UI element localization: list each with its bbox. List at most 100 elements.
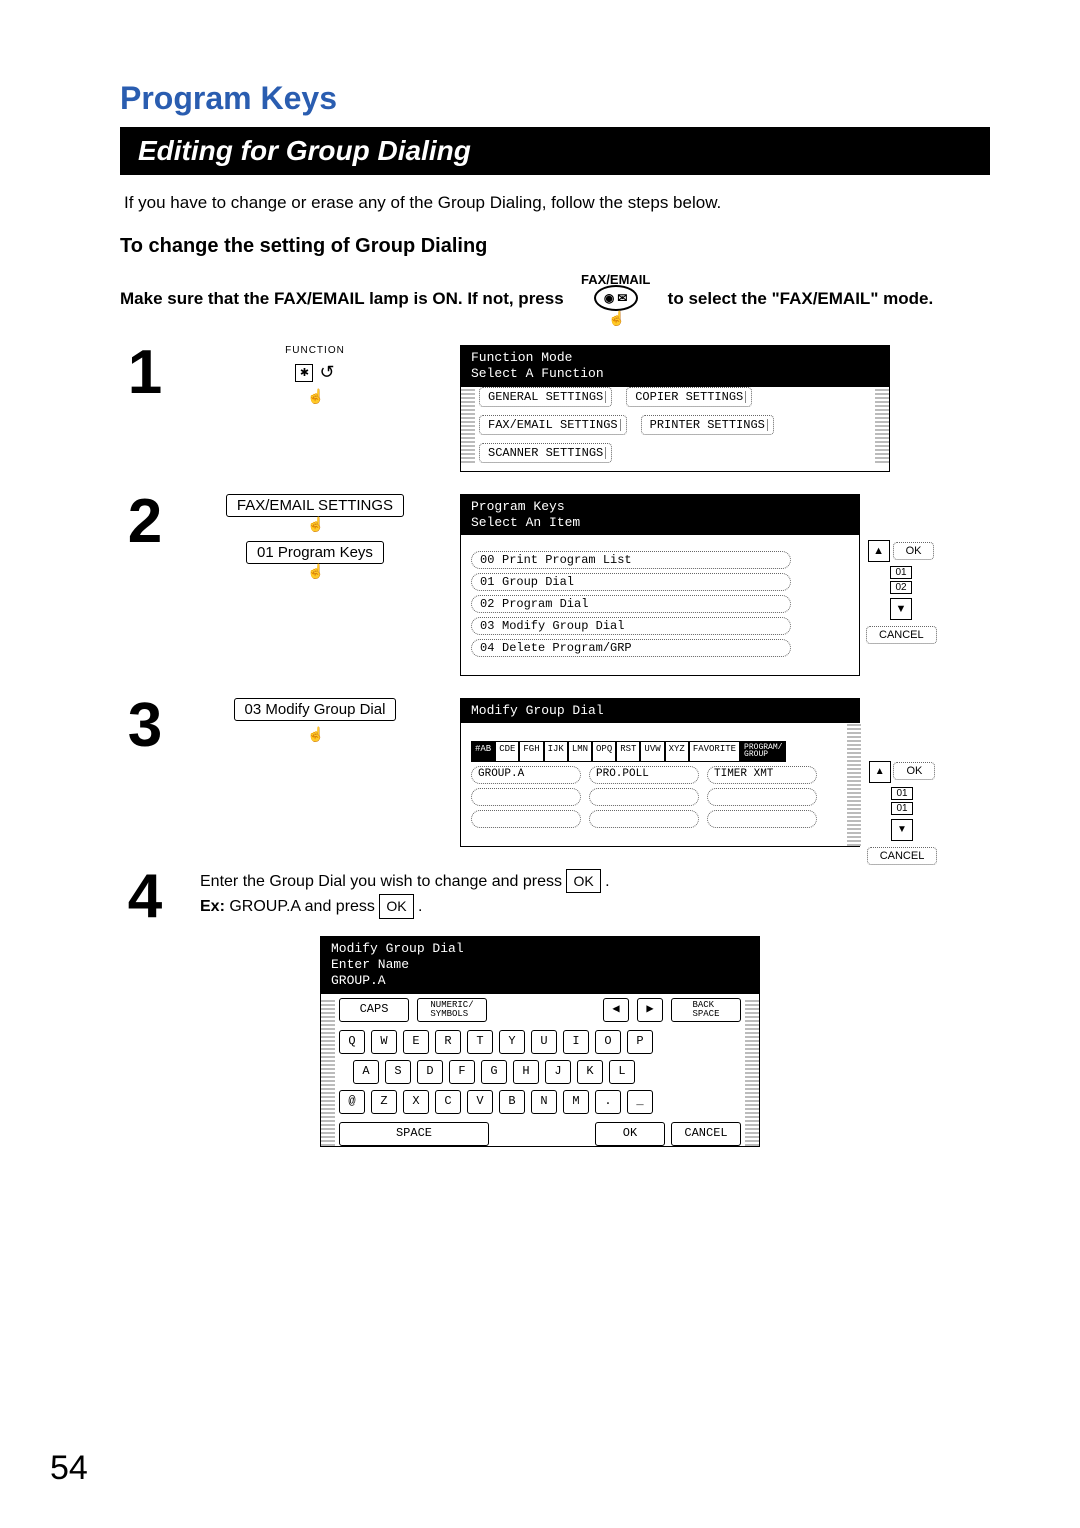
- propoll-field[interactable]: PRO.POLL: [589, 766, 699, 784]
- fax-email-settings-button[interactable]: FAX/EMAIL SETTINGS: [226, 494, 404, 517]
- press-hand-icon: ☝: [608, 311, 625, 325]
- key[interactable]: K: [577, 1060, 603, 1084]
- key[interactable]: U: [531, 1030, 557, 1054]
- tab[interactable]: IJK: [544, 741, 568, 761]
- instr-pre: Make sure that the FAX/EMAIL lamp is ON.…: [120, 289, 564, 309]
- tab[interactable]: FAVORITE: [689, 741, 740, 761]
- backspace-key[interactable]: BACK SPACE: [671, 998, 741, 1022]
- scroll-up-icon[interactable]: ▲: [869, 761, 891, 783]
- key[interactable]: N: [531, 1090, 557, 1114]
- program-keys-button[interactable]: 01 Program Keys: [246, 541, 384, 564]
- list-item[interactable]: 00Print Program List: [471, 551, 791, 569]
- list-item[interactable]: 03Modify Group Dial: [471, 617, 791, 635]
- list-item[interactable]: 01Group Dial: [471, 573, 791, 591]
- scroll-up-icon[interactable]: ▲: [868, 540, 890, 562]
- key[interactable]: O: [595, 1030, 621, 1054]
- group-field[interactable]: GROUP.A: [471, 766, 581, 784]
- list-item[interactable]: 04Delete Program/GRP: [471, 639, 791, 657]
- key[interactable]: X: [403, 1090, 429, 1114]
- key[interactable]: _: [627, 1090, 653, 1114]
- key[interactable]: .: [595, 1090, 621, 1114]
- key[interactable]: Y: [499, 1030, 525, 1054]
- tab[interactable]: RST: [616, 741, 640, 761]
- empty-field[interactable]: [707, 810, 817, 828]
- cancel-button[interactable]: CANCEL: [867, 847, 938, 865]
- subheading: To change the setting of Group Dialing: [120, 235, 990, 258]
- tab[interactable]: FGH: [519, 741, 543, 761]
- ok-inline-button[interactable]: OK: [566, 869, 600, 893]
- cancel-key[interactable]: CANCEL: [671, 1122, 741, 1146]
- key[interactable]: @: [339, 1090, 365, 1114]
- space-key[interactable]: SPACE: [339, 1122, 489, 1146]
- asterisk-key-icon[interactable]: ✱: [295, 364, 313, 382]
- tab[interactable]: OPQ: [592, 741, 616, 761]
- key[interactable]: Z: [371, 1090, 397, 1114]
- menu-fax-email-settings[interactable]: FAX/EMAIL SETTINGS: [479, 415, 627, 435]
- scroll-down-icon[interactable]: ▼: [891, 819, 913, 841]
- tab[interactable]: CDE: [495, 741, 519, 761]
- caps-key[interactable]: CAPS: [339, 998, 409, 1022]
- list-item[interactable]: 02Program Dial: [471, 595, 791, 613]
- key[interactable]: G: [481, 1060, 507, 1084]
- empty-field[interactable]: [707, 788, 817, 806]
- key[interactable]: A: [353, 1060, 379, 1084]
- ok-key[interactable]: OK: [595, 1122, 665, 1146]
- cursor-right-key[interactable]: ▶: [637, 998, 663, 1022]
- screen-program-keys: Program Keys Select An Item 00Print Prog…: [460, 494, 860, 677]
- menu-general-settings[interactable]: GENERAL SETTINGS: [479, 387, 612, 407]
- key[interactable]: S: [385, 1060, 411, 1084]
- menu-printer-settings[interactable]: PRINTER SETTINGS: [641, 415, 774, 435]
- tab[interactable]: XYZ: [665, 741, 689, 761]
- key[interactable]: V: [467, 1090, 493, 1114]
- press-hand-icon: ☝: [307, 564, 324, 578]
- step-number: 1: [120, 345, 170, 401]
- page-indicator: 01: [891, 787, 913, 800]
- key[interactable]: I: [563, 1030, 589, 1054]
- menu-copier-settings[interactable]: COPIER SETTINGS: [626, 387, 752, 407]
- key[interactable]: W: [371, 1030, 397, 1054]
- key[interactable]: T: [467, 1030, 493, 1054]
- empty-field[interactable]: [589, 810, 699, 828]
- screen-header-line: Modify Group Dial: [471, 703, 849, 719]
- screen-header-line: Enter Name: [331, 957, 749, 973]
- tab[interactable]: UVW: [640, 741, 664, 761]
- cancel-button[interactable]: CANCEL: [866, 626, 937, 644]
- tab[interactable]: LMN: [568, 741, 592, 761]
- key[interactable]: E: [403, 1030, 429, 1054]
- tab[interactable]: PROGRAM/ GROUP: [740, 741, 786, 761]
- empty-field[interactable]: [471, 810, 581, 828]
- key[interactable]: C: [435, 1090, 461, 1114]
- key[interactable]: D: [417, 1060, 443, 1084]
- key[interactable]: F: [449, 1060, 475, 1084]
- ok-inline-button[interactable]: OK: [379, 894, 413, 918]
- key[interactable]: P: [627, 1030, 653, 1054]
- page-indicator: 02: [890, 581, 912, 594]
- key[interactable]: J: [545, 1060, 571, 1084]
- intro-text: If you have to change or erase any of th…: [124, 193, 990, 213]
- key[interactable]: B: [499, 1090, 525, 1114]
- tab[interactable]: #AB: [471, 741, 495, 761]
- step-number: 2: [120, 494, 170, 550]
- key[interactable]: H: [513, 1060, 539, 1084]
- ok-button[interactable]: OK: [893, 542, 935, 560]
- modify-group-dial-button[interactable]: 03 Modify Group Dial: [234, 698, 397, 721]
- screen-side-controls: ▲ OK 01 02 ▼ CANCEL: [866, 538, 936, 648]
- numeric-symbols-key[interactable]: NUMERIC/ SYMBOLS: [417, 998, 487, 1022]
- empty-field[interactable]: [589, 788, 699, 806]
- page-number: 54: [50, 1449, 88, 1488]
- cursor-left-key[interactable]: ◀: [603, 998, 629, 1022]
- key[interactable]: L: [609, 1060, 635, 1084]
- screen-header-line: GROUP.A: [331, 973, 749, 989]
- step4-text: .: [605, 873, 609, 890]
- ok-button[interactable]: OK: [893, 762, 935, 780]
- empty-field[interactable]: [471, 788, 581, 806]
- fax-email-button-icon[interactable]: ◉ ✉: [594, 285, 638, 311]
- key[interactable]: R: [435, 1030, 461, 1054]
- step-1: 1 FUNCTION ✱ ↺ ☝ Function Mode Select A …: [120, 345, 990, 472]
- key[interactable]: Q: [339, 1030, 365, 1054]
- key[interactable]: M: [563, 1090, 589, 1114]
- menu-scanner-settings[interactable]: SCANNER SETTINGS: [479, 443, 612, 463]
- instr-post: to select the "FAX/EMAIL" mode.: [668, 289, 934, 309]
- timer-xmt-field[interactable]: TIMER XMT: [707, 766, 817, 784]
- scroll-down-icon[interactable]: ▼: [890, 598, 912, 620]
